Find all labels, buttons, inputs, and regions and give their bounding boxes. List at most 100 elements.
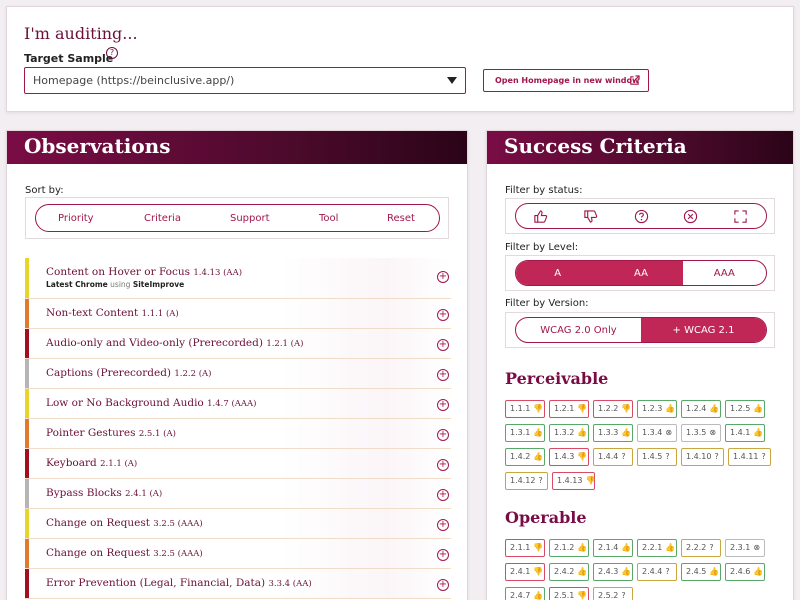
expand-plus-icon[interactable]: +: [437, 271, 449, 283]
criterion-chip[interactable]: 1.4.13 👎: [552, 472, 595, 490]
criterion-chip[interactable]: 1.2.4 👍: [681, 400, 721, 418]
thumbs-up-icon: 👍: [533, 428, 544, 437]
criterion-label: 1.4.13: [557, 476, 583, 485]
criterion-chip[interactable]: 2.5.2?: [593, 587, 633, 600]
criterion-chip[interactable]: 2.4.6 👍: [725, 563, 765, 581]
observation-title: Pointer Gestures 2.5.1 (A): [46, 427, 176, 439]
observation-title: Keyboard 2.1.1 (A): [46, 457, 137, 469]
observation-row[interactable]: Audio-only and Video-only (Prerecorded) …: [25, 329, 451, 359]
filter-status-label: Filter by status:: [505, 185, 583, 196]
criterion-chip[interactable]: 2.4.4?: [637, 563, 677, 581]
criterion-chip[interactable]: 1.2.2 👎: [593, 400, 633, 418]
criterion-chip[interactable]: 2.2.2?: [681, 539, 721, 557]
observation-criterion: 3.3.4 (AA): [268, 579, 312, 589]
criterion-chip[interactable]: 1.4.11?: [728, 448, 771, 466]
thumbs-down-icon: 👎: [585, 476, 596, 485]
observation-row[interactable]: Content on Hover or Focus 1.4.13 (AA) Lat…: [25, 258, 451, 299]
x-circle-icon[interactable]: [683, 209, 698, 224]
sort-support-button[interactable]: Support: [230, 213, 270, 224]
criterion-chip[interactable]: 2.1.2 👍: [549, 539, 589, 557]
observation-row[interactable]: Error Prevention (Legal, Financial, Data…: [25, 569, 451, 599]
observation-row[interactable]: Low or No Background Audio 1.4.7 (AAA) +: [25, 389, 451, 419]
target-sample-select[interactable]: Homepage (https://beinclusive.app/): [24, 67, 466, 94]
criterion-chip[interactable]: 1.4.4?: [593, 448, 633, 466]
filter-version-box: WCAG 2.0 Only + WCAG 2.1: [505, 312, 775, 348]
criterion-chip[interactable]: 1.4.2 👍: [505, 448, 545, 466]
expand-plus-icon[interactable]: +: [437, 459, 449, 471]
thumbs-up-icon[interactable]: [533, 209, 548, 224]
thumbs-up-icon: 👍: [577, 543, 588, 552]
criterion-chip[interactable]: 1.1.1 👎: [505, 400, 545, 418]
observation-row[interactable]: Bypass Blocks 2.4.1 (A) +: [25, 479, 451, 509]
criterion-label: 2.4.7: [510, 591, 531, 600]
expand-plus-icon[interactable]: +: [437, 519, 449, 531]
criterion-label: 1.2.1: [554, 404, 575, 413]
sort-reset-button[interactable]: Reset: [387, 213, 415, 224]
criterion-chip[interactable]: 1.4.12?: [505, 472, 548, 490]
question-circle-icon[interactable]: [634, 209, 649, 224]
criterion-chip[interactable]: 1.2.5 👍: [725, 400, 765, 418]
thumbs-down-icon[interactable]: [583, 209, 598, 224]
target-sample-label: Target Sample: [24, 52, 114, 65]
criterion-chip[interactable]: 2.5.1 👎: [549, 587, 589, 600]
observation-title: Audio-only and Video-only (Prerecorded) …: [46, 337, 303, 349]
criterion-chip[interactable]: 2.2.1 👍: [637, 539, 677, 557]
level-a-button[interactable]: A: [516, 261, 600, 285]
criterion-label: 1.4.1: [730, 428, 751, 437]
sort-criteria-button[interactable]: Criteria: [144, 213, 181, 224]
level-aa-button[interactable]: AA: [599, 261, 683, 285]
observation-title: Change on Request 3.2.5 (AAA): [46, 517, 203, 529]
criterion-chip[interactable]: 1.2.3 👍: [637, 400, 677, 418]
criterion-chip[interactable]: 2.1.4 👍: [593, 539, 633, 557]
expand-plus-icon[interactable]: +: [437, 549, 449, 561]
observation-row[interactable]: Keyboard 2.1.1 (A) +: [25, 449, 451, 479]
level-aaa-button[interactable]: AAA: [683, 261, 766, 285]
expand-plus-icon[interactable]: +: [437, 339, 449, 351]
expand-plus-icon[interactable]: +: [437, 309, 449, 321]
criterion-chip[interactable]: 2.4.5 👍: [681, 563, 721, 581]
observation-criterion: 2.1.1 (A): [100, 459, 138, 469]
criterion-chip[interactable]: 1.2.1 👎: [549, 400, 589, 418]
criterion-chip[interactable]: 1.4.10?: [681, 448, 724, 466]
criterion-chip[interactable]: 1.4.5?: [637, 448, 677, 466]
observation-name: Captions (Prerecorded): [46, 367, 172, 379]
observation-row[interactable]: Change on Request 3.2.5 (AAA) +: [25, 539, 451, 569]
observation-row[interactable]: Change on Request 3.2.5 (AAA) +: [25, 509, 451, 539]
sort-priority-button[interactable]: Priority: [58, 213, 94, 224]
open-in-new-window-button[interactable]: Open Homepage in new window: [483, 69, 649, 92]
criterion-chip[interactable]: 2.3.1 ⊗: [725, 539, 765, 557]
criterion-chip[interactable]: 1.3.1 👍: [505, 424, 545, 442]
criterion-label: 1.4.2: [510, 452, 531, 461]
success-criteria-title: Success Criteria: [504, 134, 687, 158]
expand-plus-icon[interactable]: +: [437, 579, 449, 591]
criterion-chip[interactable]: 2.4.3 👍: [593, 563, 633, 581]
expand-plus-icon[interactable]: +: [437, 399, 449, 411]
criterion-chip[interactable]: 1.3.3 👍: [593, 424, 633, 442]
criterion-chip[interactable]: 1.4.1 👍: [725, 424, 765, 442]
criterion-label: 1.3.2: [554, 428, 575, 437]
expand-plus-icon[interactable]: +: [437, 489, 449, 501]
criterion-chip[interactable]: 1.4.3 👎: [549, 448, 589, 466]
not-applicable-icon: ⊗: [709, 428, 717, 437]
expand-plus-icon[interactable]: +: [437, 369, 449, 381]
criterion-chip[interactable]: 1.3.5 ⊗: [681, 424, 721, 442]
criterion-chip[interactable]: 2.1.1 👎: [505, 539, 545, 557]
criterion-chip[interactable]: 2.4.7 👍: [505, 587, 545, 600]
wcag-20-only-button[interactable]: WCAG 2.0 Only: [516, 318, 641, 342]
expand-icon[interactable]: [733, 209, 748, 224]
open-button-label: Open Homepage in new window: [495, 76, 640, 85]
observation-row[interactable]: Captions (Prerecorded) 1.2.2 (A) +: [25, 359, 451, 389]
criterion-chip[interactable]: 1.3.2 👍: [549, 424, 589, 442]
expand-plus-icon[interactable]: +: [437, 429, 449, 441]
wcag-21-button[interactable]: + WCAG 2.1: [641, 318, 766, 342]
sort-tool-button[interactable]: Tool: [319, 213, 338, 224]
observation-row[interactable]: Non-text Content 1.1.1 (A) +: [25, 299, 451, 329]
priority-bar: [25, 299, 29, 328]
criterion-chip[interactable]: 2.4.1 👎: [505, 563, 545, 581]
filter-version-label: Filter by Version:: [505, 298, 589, 309]
criterion-chip[interactable]: 1.3.4 ⊗: [637, 424, 677, 442]
priority-bar: [25, 569, 29, 598]
observation-row[interactable]: Pointer Gestures 2.5.1 (A) +: [25, 419, 451, 449]
help-icon[interactable]: ?: [106, 47, 118, 59]
criterion-chip[interactable]: 2.4.2 👍: [549, 563, 589, 581]
